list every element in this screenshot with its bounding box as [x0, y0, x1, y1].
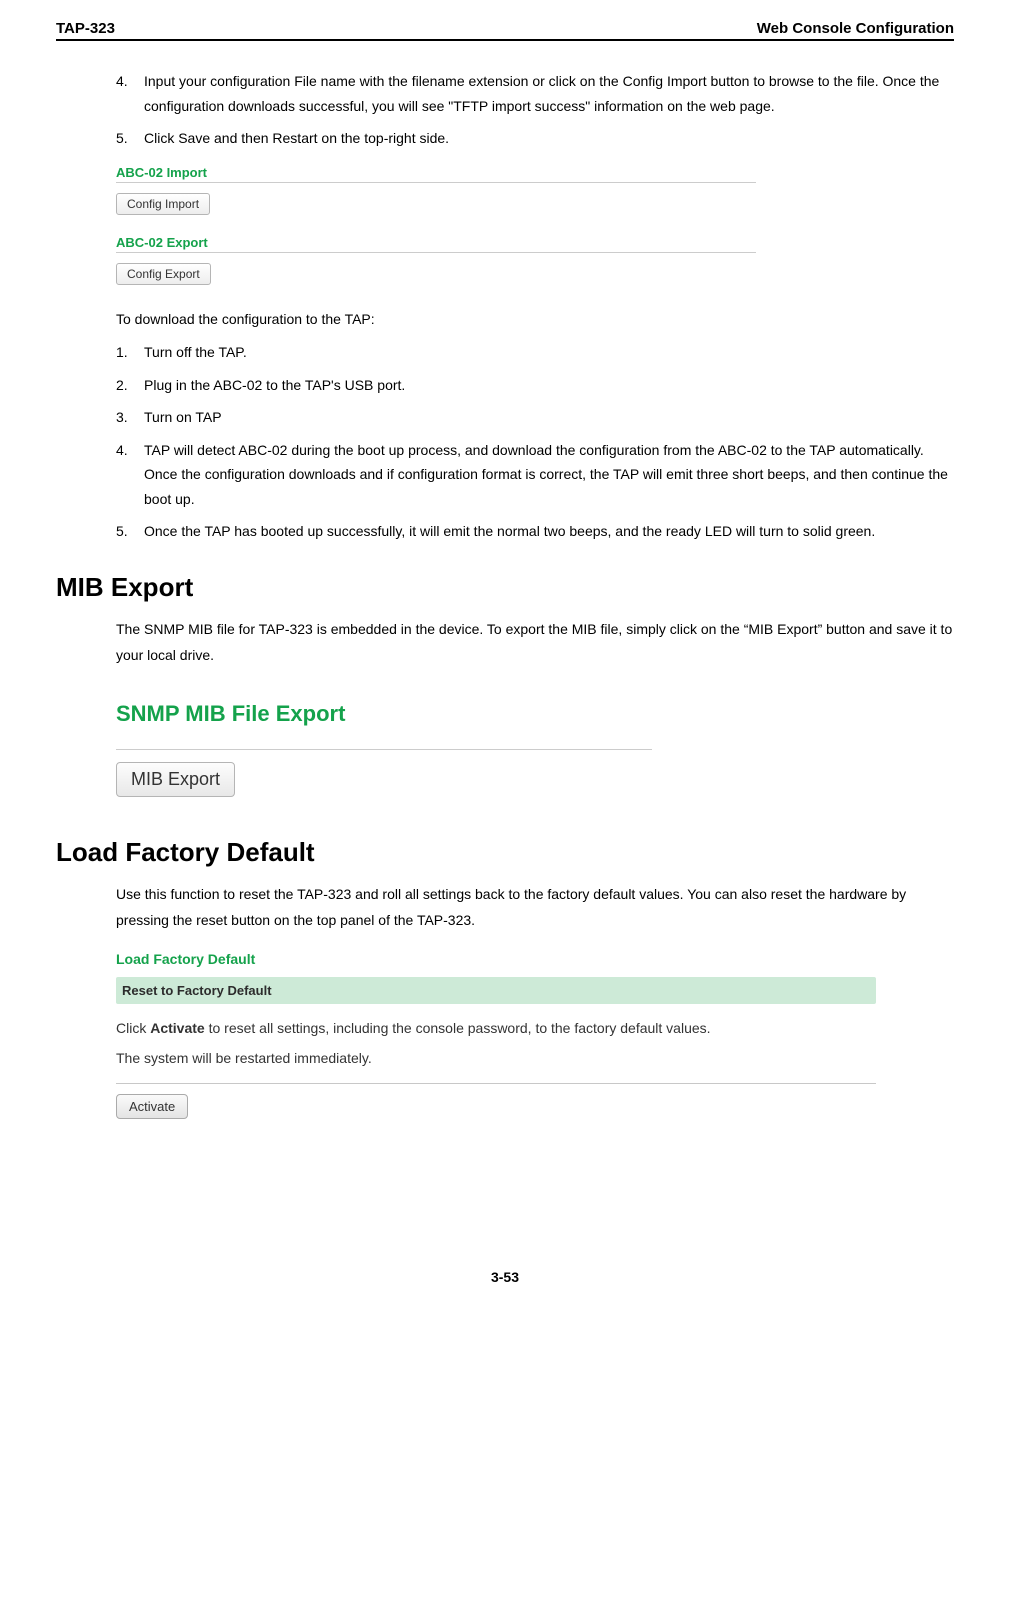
list-text: Turn off the TAP. [144, 340, 954, 365]
list-num: 5. [116, 126, 144, 151]
list-text: Input your configuration File name with … [144, 69, 954, 118]
list-item: 3. Turn on TAP [116, 405, 954, 430]
lfd-line1: Click Activate to reset all settings, in… [116, 1016, 876, 1041]
header-right: Web Console Configuration [757, 20, 954, 37]
lfd-line2: The system will be restarted immediately… [116, 1046, 876, 1071]
page-footer: 3-53 [56, 1269, 954, 1285]
list-num: 5. [116, 519, 144, 544]
list-item: 2. Plug in the ABC-02 to the TAP's USB p… [116, 373, 954, 398]
download-intro: To download the configuration to the TAP… [116, 307, 954, 333]
lfd-line1a: Click [116, 1020, 150, 1036]
config-import-button[interactable]: Config Import [116, 193, 210, 215]
list-num: 3. [116, 405, 144, 430]
lfd-heading: Load Factory Default [56, 837, 954, 868]
mib-export-heading: MIB Export [56, 572, 954, 603]
lfd-para: Use this function to reset the TAP-323 a… [116, 882, 954, 934]
steps-top-list: 4. Input your configuration File name wi… [116, 69, 954, 151]
abc02-figure: ABC-02 Import Config Import ABC-02 Expor… [116, 165, 756, 285]
steps-download-list: 1. Turn off the TAP. 2. Plug in the ABC-… [116, 340, 954, 544]
snmp-title: SNMP MIB File Export [116, 701, 954, 737]
list-num: 1. [116, 340, 144, 365]
lfd-figure: Load Factory Default Reset to Factory De… [116, 951, 876, 1118]
config-export-button[interactable]: Config Export [116, 263, 211, 285]
list-item: 4. Input your configuration File name wi… [116, 69, 954, 118]
lfd-bar: Reset to Factory Default [116, 977, 876, 1004]
page-header: TAP-323 Web Console Configuration [56, 20, 954, 41]
list-item: 5. Click Save and then Restart on the to… [116, 126, 954, 151]
snmp-figure: SNMP MIB File Export MIB Export [116, 701, 954, 797]
list-item: 4. TAP will detect ABC-02 during the boo… [116, 438, 954, 512]
header-left: TAP-323 [56, 20, 115, 37]
mib-export-button[interactable]: MIB Export [116, 762, 235, 797]
mib-export-para: The SNMP MIB file for TAP-323 is embedde… [116, 617, 954, 669]
lfd-fig-title: Load Factory Default [116, 951, 876, 967]
list-text: Click Save and then Restart on the top-r… [144, 126, 954, 151]
list-num: 4. [116, 69, 144, 118]
lfd-line1b: Activate [150, 1020, 204, 1036]
abc02-import-title: ABC-02 Import [116, 165, 756, 180]
list-text: Turn on TAP [144, 405, 954, 430]
lfd-line1c: to reset all settings, including the con… [205, 1020, 711, 1036]
activate-button[interactable]: Activate [116, 1094, 188, 1119]
list-item: 5. Once the TAP has booted up successful… [116, 519, 954, 544]
list-text: TAP will detect ABC-02 during the boot u… [144, 438, 954, 512]
list-text: Once the TAP has booted up successfully,… [144, 519, 954, 544]
list-num: 2. [116, 373, 144, 398]
list-text: Plug in the ABC-02 to the TAP's USB port… [144, 373, 954, 398]
abc02-export-title: ABC-02 Export [116, 235, 756, 250]
list-item: 1. Turn off the TAP. [116, 340, 954, 365]
list-num: 4. [116, 438, 144, 512]
